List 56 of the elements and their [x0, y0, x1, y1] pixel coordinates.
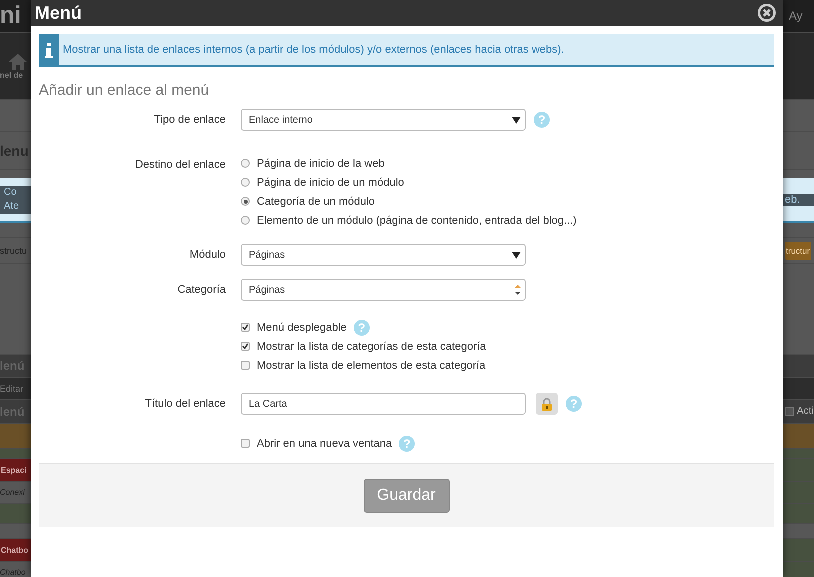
- info-text: Mostrar una lista de enlaces internos (a partir de los módulos) y/o externos (enlaces hacia otras webs).: [63, 44, 564, 56]
- nav-label[interactable]: nel de: [0, 70, 31, 80]
- caret-icon: [512, 252, 521, 258]
- logo-text: ni: [0, 4, 22, 28]
- lock-button[interactable]: [536, 393, 558, 415]
- page-text: Chatbo: [1, 546, 30, 554]
- checkbox[interactable]: [241, 323, 250, 332]
- checkbox-label: Acti: [797, 406, 814, 417]
- checkbox-label: Mostrar la lista de categorías de esta categoría: [257, 340, 486, 352]
- radio-label: Página de inicio de la web: [257, 158, 385, 170]
- checkbox-label: Abrir en una nueva ventana: [257, 438, 392, 450]
- text-field[interactable]: La Carta: [241, 393, 526, 415]
- radio-button[interactable]: [241, 159, 250, 168]
- radio-label: Categoría de un módulo: [257, 196, 376, 208]
- lock-icon: [542, 398, 552, 410]
- spinner-arrows-icon: [515, 284, 521, 296]
- panel-background: [0, 504, 31, 523]
- radio-button[interactable]: [241, 216, 250, 225]
- edit-link[interactable]: Editar: [0, 384, 31, 394]
- field-label: Categoría: [176, 283, 226, 298]
- panel-background: [783, 504, 814, 523]
- page-text: Espaci: [1, 466, 28, 474]
- checkbox[interactable]: [241, 342, 250, 351]
- dialog-title: Menú: [35, 2, 82, 24]
- select-field[interactable]: Páginas: [241, 244, 526, 266]
- page-text: eb.: [785, 194, 800, 206]
- home-icon: [8, 52, 28, 70]
- toolbar: [783, 378, 814, 399]
- checkbox[interactable]: [241, 361, 250, 370]
- field-label: Módulo: [188, 248, 226, 263]
- radio-label: Elemento de un módulo (página de contenido, entrada del blog...): [257, 214, 577, 226]
- select-field[interactable]: Enlace interno: [241, 109, 526, 131]
- panel-background: [783, 482, 814, 503]
- field-label: Título del enlace: [144, 397, 226, 412]
- notice-text: Co: [4, 186, 18, 200]
- section-heading: Añadir un enlace al menú: [39, 82, 210, 99]
- radio-button[interactable]: [241, 178, 250, 187]
- field-label: Tipo de enlace: [153, 113, 226, 128]
- close-icon[interactable]: [757, 3, 777, 23]
- checkbox-label: Mostrar la lista de elementos de esta categoría: [257, 360, 486, 372]
- checkbox[interactable]: [241, 439, 250, 448]
- caret-icon: [512, 116, 521, 124]
- radio-label: Página de inicio de un módulo: [257, 176, 404, 188]
- save-button[interactable]: Guardar: [364, 478, 450, 512]
- highlight-band: [783, 424, 814, 448]
- field-label: Destino del enlace: [134, 158, 226, 173]
- radio-button[interactable]: [241, 197, 250, 206]
- checkbox-label: Menú desplegable: [257, 322, 347, 334]
- menu-label[interactable]: Ay: [785, 9, 803, 23]
- highlight-band: [0, 424, 31, 448]
- select-field[interactable]: Páginas: [241, 279, 526, 301]
- structure-button[interactable]: tructur: [785, 242, 812, 260]
- panel-background: [0, 449, 31, 458]
- notice-text: Ate: [4, 200, 20, 214]
- section-bar: [783, 355, 814, 377]
- checkbox[interactable]: [785, 407, 794, 416]
